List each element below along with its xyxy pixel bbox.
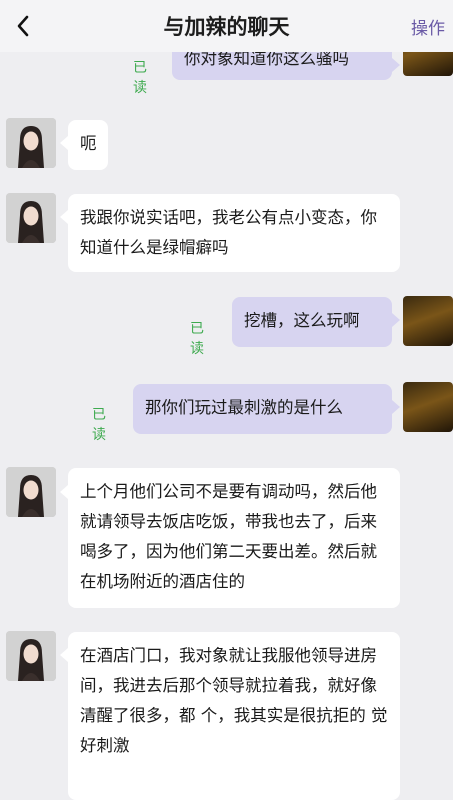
message-text: 那你们玩过最刺激的是什么 [145, 398, 343, 417]
message-bubble[interactable]: 上个月他们公司不是要有调动吗，然后他就请领导去饭店吃饭，带我也去了，后来喝多了，… [68, 468, 400, 608]
bubble-tail [392, 58, 400, 72]
contact-avatar[interactable] [6, 118, 56, 168]
message-bubble[interactable]: 呃 [68, 120, 108, 170]
contact-avatar[interactable] [6, 193, 56, 243]
chat-title: 与加辣的聊天 [163, 15, 290, 39]
message-bubble[interactable]: 挖槽，这么玩啊 [232, 297, 392, 347]
message-text: 在酒店门口，我对象就让我服他领导进房间，我进去后那个领导就拉着我，就好像清醒了很… [80, 646, 388, 755]
contact-avatar[interactable] [6, 467, 56, 517]
person-photo-icon [6, 631, 56, 681]
message-text: 呃 [80, 134, 97, 153]
bubble-tail [392, 313, 400, 327]
message-bubble[interactable]: 那你们玩过最刺激的是什么 [133, 384, 392, 434]
message-bubble[interactable]: 我跟你说实话吧，我老公有点小变态，你知道什么是绿帽癖吗 [68, 194, 400, 272]
read-receipt: 已读 [190, 321, 204, 357]
person-photo-icon [6, 467, 56, 517]
bubble-tail [60, 485, 68, 499]
read-receipt: 已读 [133, 60, 147, 96]
message-text: 挖槽，这么玩啊 [244, 311, 360, 330]
read-receipt: 已读 [92, 407, 106, 443]
bubble-tail [60, 210, 68, 224]
message-text: 上个月他们公司不是要有调动吗，然后他就请领导去饭店吃饭，带我也去了，后来喝多了，… [80, 482, 377, 591]
chevron-left-icon [17, 15, 29, 37]
bubble-tail [60, 136, 68, 150]
person-photo-icon [6, 193, 56, 243]
bubble-tail [392, 400, 400, 414]
person-photo-icon [6, 118, 56, 168]
message-text: 我跟你说实话吧，我老公有点小变态，你知道什么是绿帽癖吗 [80, 208, 377, 257]
bubble-tail [60, 648, 68, 662]
message-bubble[interactable]: 在酒店门口，我对象就让我服他领导进房间，我进去后那个领导就拉着我，就好像清醒了很… [68, 632, 400, 800]
chat-header: 与加辣的聊天 操作 [0, 0, 453, 52]
contact-avatar[interactable] [6, 631, 56, 681]
my-avatar[interactable] [403, 296, 453, 346]
operations-button[interactable]: 操作 [411, 14, 445, 39]
back-button[interactable] [8, 9, 38, 43]
my-avatar[interactable] [403, 382, 453, 432]
